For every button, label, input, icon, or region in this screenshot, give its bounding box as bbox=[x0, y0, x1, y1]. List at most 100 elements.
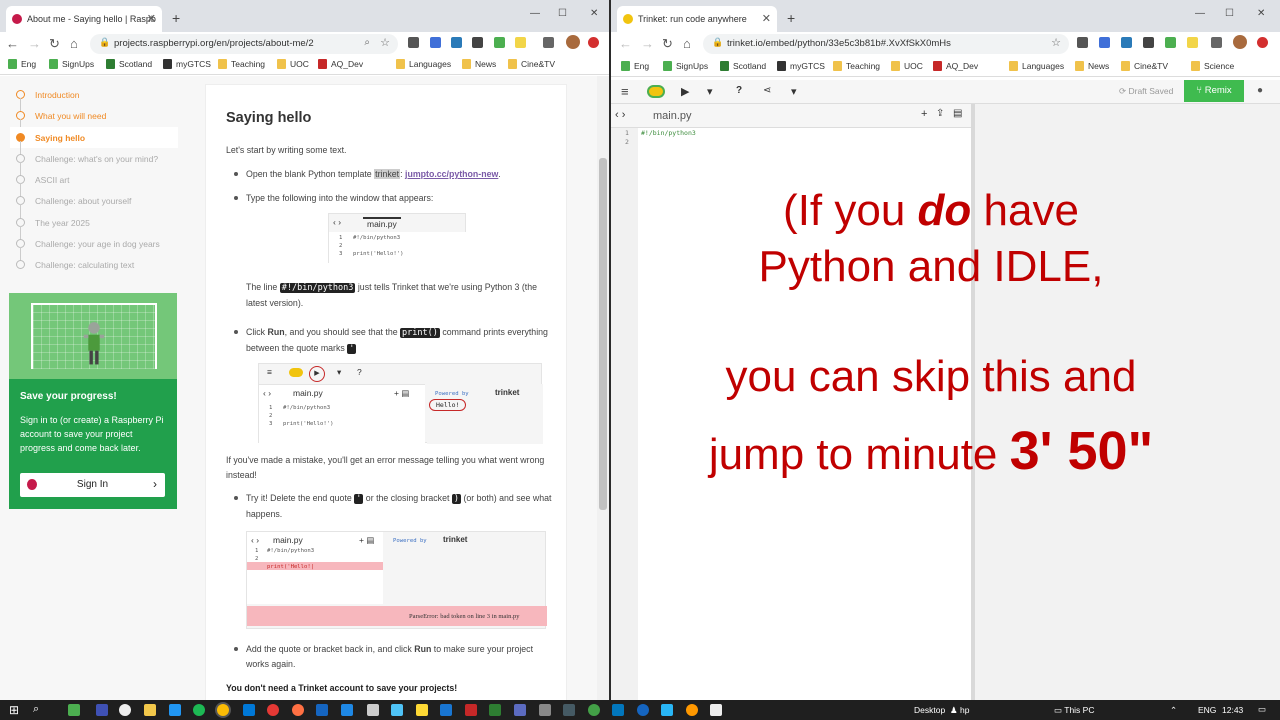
bookmark-eng[interactable]: Eng bbox=[8, 59, 36, 69]
add-file-icon[interactable]: + bbox=[921, 108, 927, 120]
zoom-icon[interactable]: ⌕ bbox=[364, 37, 370, 48]
close-tab-icon[interactable]: ✕ bbox=[762, 12, 771, 25]
notifications-icon[interactable]: ▭ bbox=[1258, 704, 1266, 715]
taskbar-app-icon[interactable] bbox=[416, 704, 428, 716]
bookmark-mygtcs[interactable]: myGTCS bbox=[777, 61, 825, 71]
reload-icon[interactable]: ↻ bbox=[49, 36, 60, 52]
taskbar-app-icon[interactable] bbox=[367, 704, 379, 716]
taskbar-app-icon[interactable] bbox=[391, 704, 403, 716]
bookmark-cine-tv[interactable]: Cine&TV bbox=[508, 59, 555, 69]
step-dog-years[interactable]: Challenge: your age in dog years bbox=[10, 233, 178, 262]
back-icon[interactable]: ← bbox=[619, 36, 632, 51]
extension-icon-4[interactable] bbox=[1165, 37, 1176, 48]
bookmark-teaching[interactable]: Teaching bbox=[218, 59, 265, 69]
chevrons-icon[interactable]: ‹ › bbox=[615, 109, 625, 121]
bookmark-teaching[interactable]: Teaching bbox=[833, 61, 880, 71]
page-scrollbar[interactable] bbox=[597, 76, 609, 700]
reload-icon[interactable]: ↻ bbox=[662, 36, 673, 52]
step-calculating-text[interactable]: Challenge: calculating text bbox=[10, 254, 178, 275]
taskbar-app-icon[interactable] bbox=[637, 704, 649, 716]
code-editor[interactable]: ‹ › main.py + ⇪ ▤ 1 2 #!/bin/python3 bbox=[611, 104, 971, 700]
menu-icon[interactable]: ≡ bbox=[621, 84, 629, 99]
start-icon[interactable]: ⊞ bbox=[9, 703, 19, 717]
back-icon[interactable]: ← bbox=[6, 36, 19, 51]
extension-icon-1[interactable] bbox=[1077, 37, 1088, 48]
star-icon[interactable]: ☆ bbox=[1051, 36, 1061, 49]
search-icon[interactable]: ⌕ bbox=[33, 703, 39, 716]
clock[interactable]: 12:43 bbox=[1222, 705, 1243, 715]
taskbar-app-icon[interactable] bbox=[612, 704, 624, 716]
taskbar-app-icon[interactable] bbox=[68, 704, 80, 716]
taskbar-app-icon[interactable] bbox=[686, 704, 698, 716]
bookmark-news[interactable]: News bbox=[462, 59, 496, 69]
update-icon[interactable] bbox=[588, 37, 599, 48]
language-indicator[interactable]: ENG bbox=[1198, 705, 1216, 715]
taskbar-app-icon[interactable] bbox=[96, 704, 108, 716]
download-icon[interactable] bbox=[472, 37, 483, 48]
close-window-icon[interactable]: ✕ bbox=[590, 8, 598, 19]
extension-icon-2[interactable] bbox=[1099, 37, 1110, 48]
extension-icon-2[interactable] bbox=[430, 37, 441, 48]
bookmark-scotland[interactable]: Scotland bbox=[106, 59, 152, 69]
taskbar-app-icon[interactable] bbox=[119, 704, 131, 716]
update-icon[interactable] bbox=[1257, 37, 1268, 48]
taskbar-app-icon[interactable] bbox=[316, 704, 328, 716]
step-challenge-yourself[interactable]: Challenge: about yourself bbox=[10, 190, 178, 219]
bookmark-languages[interactable]: Languages bbox=[1009, 61, 1064, 71]
reading-list-icon[interactable] bbox=[1211, 37, 1222, 48]
tab-trinket[interactable]: Trinket: run code anywhere ✕ bbox=[617, 6, 777, 32]
minimize-icon[interactable]: — bbox=[1195, 8, 1205, 19]
tray-chevron-icon[interactable]: ⌃ bbox=[1170, 705, 1177, 716]
taskbar-app-icon[interactable] bbox=[661, 704, 673, 716]
extension-icon-4[interactable] bbox=[494, 37, 505, 48]
user-toolbar[interactable]: ♟ hp bbox=[950, 705, 969, 716]
word-icon[interactable] bbox=[440, 704, 452, 716]
bookmark-scotland[interactable]: Scotland bbox=[720, 61, 766, 71]
step-year-2025[interactable]: The year 2025 bbox=[10, 212, 178, 240]
maximize-icon[interactable]: ☐ bbox=[1225, 8, 1234, 19]
bookmark-uoc[interactable]: UOC bbox=[891, 61, 923, 71]
bookmark-aq-dev[interactable]: AQ_Dev bbox=[318, 59, 363, 69]
close-tab-icon[interactable]: ✕ bbox=[147, 12, 156, 25]
taskbar-app-icon[interactable] bbox=[539, 704, 551, 716]
taskbar-app-icon[interactable] bbox=[341, 704, 353, 716]
star-icon[interactable]: ☆ bbox=[380, 36, 390, 49]
minimize-icon[interactable]: — bbox=[530, 8, 540, 19]
bookmark-mygtcs[interactable]: myGTCS bbox=[163, 59, 211, 69]
file-tab-main[interactable]: main.py bbox=[653, 110, 692, 122]
extension-icon-3[interactable] bbox=[451, 37, 462, 48]
bookmark-languages[interactable]: Languages bbox=[396, 59, 451, 69]
edge-icon[interactable] bbox=[243, 704, 255, 716]
step-what-you-will-need[interactable]: What you will need bbox=[10, 105, 178, 134]
spotify-icon[interactable] bbox=[193, 704, 205, 716]
forward-icon[interactable]: → bbox=[28, 36, 41, 51]
remix-button[interactable]: ⑂ Remix bbox=[1184, 80, 1244, 102]
extension-icon-1[interactable] bbox=[408, 37, 419, 48]
forward-icon[interactable]: → bbox=[641, 36, 654, 51]
address-bar[interactable]: 🔒 projects.raspberrypi.org/en/projects/a… bbox=[90, 34, 398, 54]
download-icon[interactable] bbox=[1143, 37, 1154, 48]
teams-icon[interactable] bbox=[514, 704, 526, 716]
opera-icon[interactable] bbox=[267, 704, 279, 716]
bookmark-aq-dev[interactable]: AQ_Dev bbox=[933, 61, 978, 71]
step-saying-hello[interactable]: Saying hello bbox=[10, 126, 178, 155]
maximize-icon[interactable]: ☐ bbox=[558, 8, 567, 19]
bookmark-news[interactable]: News bbox=[1075, 61, 1109, 71]
home-icon[interactable]: ⌂ bbox=[683, 36, 691, 51]
home-icon[interactable]: ⌂ bbox=[70, 36, 78, 51]
dropdown-icon[interactable]: ▾ bbox=[791, 85, 797, 98]
bookmark-signups[interactable]: SignUps bbox=[49, 59, 94, 69]
reading-list-icon[interactable] bbox=[543, 37, 554, 48]
close-window-icon[interactable]: ✕ bbox=[1257, 8, 1265, 19]
address-bar[interactable]: 🔒 trinket.io/embed/python/33e5c3b81b#.Xv… bbox=[703, 34, 1069, 54]
desktop-toolbar[interactable]: Desktop bbox=[914, 705, 945, 715]
sign-in-button[interactable]: Sign In › bbox=[20, 473, 165, 497]
user-icon[interactable]: ● bbox=[1257, 85, 1263, 96]
new-tab-icon[interactable]: + bbox=[787, 10, 795, 26]
step-ascii-art[interactable]: ASCII art bbox=[10, 169, 178, 198]
python-new-link[interactable]: jumpto.cc/python-new bbox=[405, 169, 498, 179]
extension-icon-3[interactable] bbox=[1121, 37, 1132, 48]
dropdown-icon[interactable]: ▾ bbox=[707, 85, 713, 98]
chrome-icon[interactable] bbox=[217, 704, 229, 716]
new-tab-icon[interactable]: + bbox=[172, 10, 180, 26]
